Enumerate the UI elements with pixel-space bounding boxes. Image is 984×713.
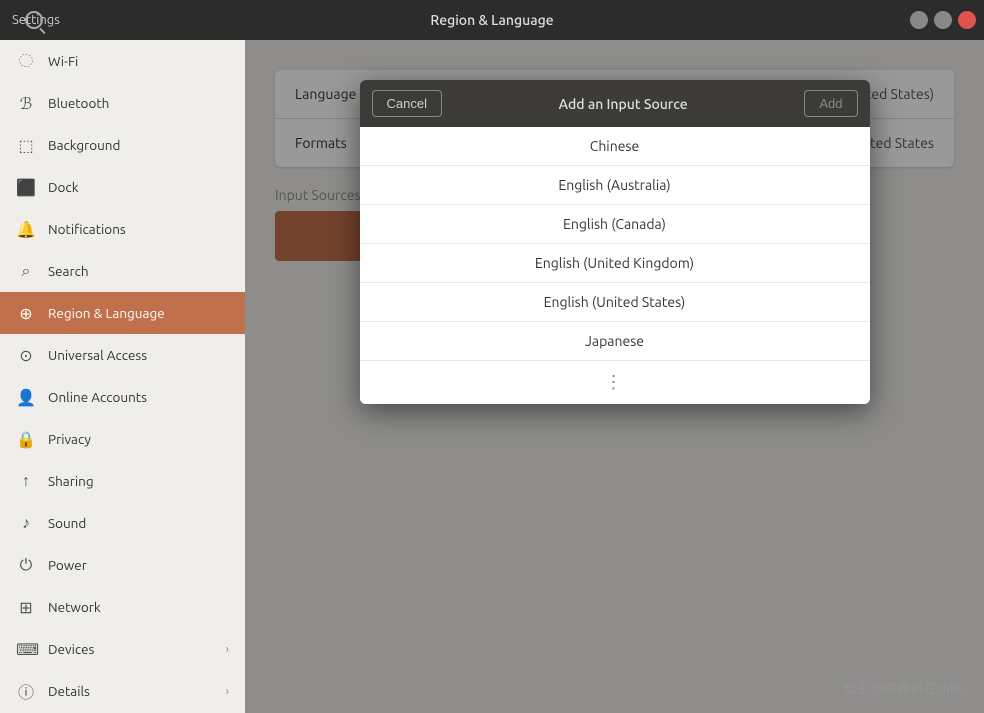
sidebar-item-label-power: Power <box>48 557 87 573</box>
search-icon: ⌕ <box>16 262 36 281</box>
title-bar: Settings Region & Language <box>0 0 984 40</box>
sidebar-item-power[interactable]: ⏻ Power <box>0 544 245 586</box>
dialog-item-more[interactable]: ⋮ <box>360 361 870 404</box>
sidebar: ◌ Wi-Fi ℬ Bluetooth ⬚ Background ⬛ Dock 🔔 Notific… <box>0 40 245 713</box>
sidebar-item-label-wifi: Wi-Fi <box>48 53 78 69</box>
sidebar-item-label-bluetooth: Bluetooth <box>48 95 109 111</box>
chevron-right-icon: › <box>226 685 229 698</box>
sidebar-item-details[interactable]: ⓘ Details › <box>0 670 245 712</box>
devices-icon: ⌨ <box>16 640 36 659</box>
sidebar-item-label-online-accounts: Online Accounts <box>48 389 147 405</box>
universal-access-icon: ⊙ <box>16 346 36 365</box>
sidebar-item-universal-access[interactable]: ⊙ Universal Access <box>0 334 245 376</box>
sidebar-item-label-network: Network <box>48 599 101 615</box>
dock-icon: ⬛ <box>16 178 36 197</box>
minimize-button[interactable] <box>910 11 928 29</box>
sidebar-item-label-notifications: Notifications <box>48 221 126 237</box>
sidebar-item-label-devices: Devices <box>48 641 94 657</box>
window-controls <box>910 11 976 29</box>
dialog-item-english-us[interactable]: English (United States) <box>360 283 870 322</box>
modal-overlay[interactable]: Cancel Add an Input Source Add ChineseEn… <box>245 40 984 713</box>
sidebar-item-label-region: Region & Language <box>48 305 165 321</box>
content-area: Language English (United States) Formats… <box>245 40 984 713</box>
network-icon: ⊞ <box>16 598 36 617</box>
page-title: Region & Language <box>430 12 553 28</box>
sidebar-item-search[interactable]: ⌕ Search <box>0 250 245 292</box>
bluetooth-icon: ℬ <box>16 94 36 113</box>
dialog-add-button[interactable]: Add <box>804 90 857 117</box>
sidebar-item-dock[interactable]: ⬛ Dock <box>0 166 245 208</box>
sidebar-item-privacy[interactable]: 🔒 Privacy <box>0 418 245 460</box>
dialog-header: Cancel Add an Input Source Add <box>360 80 870 127</box>
dialog-item-english-ca[interactable]: English (Canada) <box>360 205 870 244</box>
close-button[interactable] <box>958 11 976 29</box>
add-input-source-dialog: Cancel Add an Input Source Add ChineseEn… <box>360 80 870 404</box>
dialog-cancel-button[interactable]: Cancel <box>372 90 442 117</box>
main-layout: ◌ Wi-Fi ℬ Bluetooth ⬚ Background ⬛ Dock 🔔 Notific… <box>0 40 984 713</box>
sidebar-item-label-background: Background <box>48 137 120 153</box>
sidebar-item-label-universal-access: Universal Access <box>48 347 147 363</box>
online-accounts-icon: 👤 <box>16 388 36 407</box>
sidebar-item-devices[interactable]: ⌨ Devices › <box>0 628 245 670</box>
dialog-item-english-au[interactable]: English (Australia) <box>360 166 870 205</box>
power-icon: ⏻ <box>16 556 36 575</box>
notifications-icon: 🔔 <box>16 220 36 239</box>
sidebar-item-label-sharing: Sharing <box>48 473 94 489</box>
sound-icon: ♪ <box>16 514 36 533</box>
sidebar-item-label-privacy: Privacy <box>48 431 91 447</box>
dialog-item-english-uk[interactable]: English (United Kingdom) <box>360 244 870 283</box>
sidebar-item-online-accounts[interactable]: 👤 Online Accounts <box>0 376 245 418</box>
input-source-list: ChineseEnglish (Australia)English (Canad… <box>360 127 870 404</box>
sidebar-item-label-search: Search <box>48 263 89 279</box>
background-icon: ⬚ <box>16 136 36 155</box>
details-icon: ⓘ <box>16 679 36 703</box>
sidebar-item-background[interactable]: ⬚ Background <box>0 124 245 166</box>
sharing-icon: ↑ <box>16 472 36 491</box>
sidebar-item-sound[interactable]: ♪ Sound <box>0 502 245 544</box>
dialog-item-japanese[interactable]: Japanese <box>360 322 870 361</box>
sidebar-item-label-sound: Sound <box>48 515 86 531</box>
sidebar-item-notifications[interactable]: 🔔 Notifications <box>0 208 245 250</box>
sidebar-item-sharing[interactable]: ↑ Sharing <box>0 460 245 502</box>
wifi-icon: ◌ <box>16 52 36 70</box>
sidebar-item-label-details: Details <box>48 683 90 699</box>
dialog-title: Add an Input Source <box>442 96 804 112</box>
sidebar-item-network[interactable]: ⊞ Network <box>0 586 245 628</box>
titlebar-search-button[interactable] <box>22 8 46 32</box>
sidebar-item-wifi[interactable]: ◌ Wi-Fi <box>0 40 245 82</box>
privacy-icon: 🔒 <box>16 430 36 449</box>
sidebar-item-region[interactable]: ⊕ Region & Language <box>0 292 245 334</box>
sidebar-item-label-dock: Dock <box>48 179 79 195</box>
sidebar-item-bluetooth[interactable]: ℬ Bluetooth <box>0 82 245 124</box>
region-icon: ⊕ <box>16 304 36 323</box>
chevron-right-icon: › <box>226 643 229 656</box>
maximize-button[interactable] <box>934 11 952 29</box>
search-icon <box>25 11 43 29</box>
dialog-item-chinese[interactable]: Chinese <box>360 127 870 166</box>
